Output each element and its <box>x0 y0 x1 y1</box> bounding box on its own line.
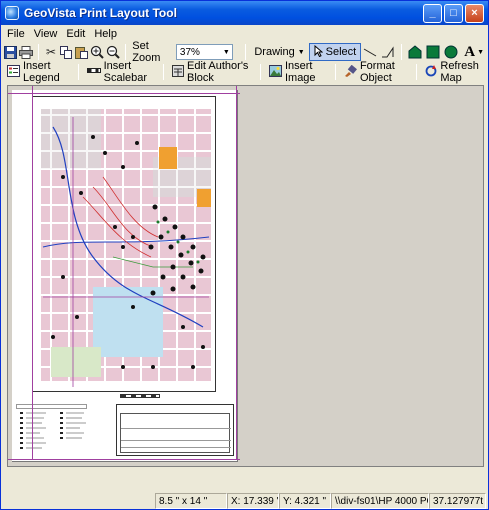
margin-guide <box>8 459 240 460</box>
select-label: Select <box>325 46 357 58</box>
drawing-menu-button[interactable]: Drawing ▼ <box>250 43 308 61</box>
chevron-down-icon: ▼ <box>222 48 230 56</box>
authors-block[interactable] <box>116 404 234 456</box>
authors-block-divider <box>121 428 231 429</box>
status-x-coord: X: 17.339 " <box>227 493 279 509</box>
copy-icon[interactable] <box>59 44 73 60</box>
polyline-tool-icon[interactable] <box>381 45 395 59</box>
authors-block-table <box>120 413 231 453</box>
menu-edit[interactable]: Edit <box>66 28 85 40</box>
zoom-value: 37% <box>179 46 200 58</box>
margin-guide <box>8 93 240 94</box>
menu-view[interactable]: View <box>34 28 58 40</box>
map-frame[interactable] <box>32 96 216 392</box>
map-image <box>33 97 215 391</box>
toolbar-separator <box>38 44 40 60</box>
authors-block-icon <box>172 64 184 80</box>
image-icon <box>268 64 282 80</box>
toolbar-separator <box>163 64 164 80</box>
menu-file[interactable]: File <box>7 28 25 40</box>
refresh-icon <box>425 64 437 80</box>
insert-legend-button[interactable]: Insert Legend <box>3 60 74 84</box>
authors-block-divider <box>121 447 231 448</box>
line-tool-icon[interactable] <box>363 45 377 59</box>
toolbar-separator <box>401 44 403 60</box>
format-brush-icon <box>344 64 357 80</box>
zoom-out-icon[interactable] <box>106 44 120 60</box>
status-bar: 8.5 " x 14 " X: 17.339 " Y: 4.321 " \\di… <box>1 493 488 509</box>
insert-image-button[interactable]: Insert Image <box>265 60 331 84</box>
font-glyph: A <box>464 43 476 60</box>
status-page-size: 8.5 " x 14 " <box>155 493 227 509</box>
ellipse-tool-icon[interactable] <box>444 45 458 59</box>
save-icon[interactable] <box>4 44 18 60</box>
margin-guide <box>236 86 237 460</box>
window-title: GeoVista Print Layout Tool <box>24 6 177 20</box>
format-object-label: Format Object <box>359 60 395 84</box>
font-tool-button[interactable]: A ▼ <box>460 43 488 61</box>
format-object-button[interactable]: Format Object <box>340 60 412 84</box>
margin-guide <box>32 86 33 460</box>
chevron-down-icon: ▼ <box>477 48 484 56</box>
menu-bar: File View Edit Help <box>1 25 488 42</box>
app-window: GeoVista Print Layout Tool _ □ × File Vi… <box>0 0 489 510</box>
toolbar-separator <box>77 64 79 80</box>
insert-image-label: Insert Image <box>284 60 316 84</box>
rectangle-tool-icon[interactable] <box>426 45 440 59</box>
toolbar-separator <box>125 44 127 60</box>
select-tool-button[interactable]: Select <box>308 43 362 61</box>
legend-icon <box>7 64 20 80</box>
toolbar-separator <box>416 64 418 80</box>
refresh-map-label: Refresh Map <box>440 60 479 84</box>
layout-canvas[interactable] <box>7 85 484 467</box>
edit-authors-block-label: Edit Author's Block <box>187 60 249 84</box>
title-bar[interactable]: GeoVista Print Layout Tool _ □ × <box>1 1 488 25</box>
zoom-dropdown[interactable]: 37% ▼ <box>175 44 234 60</box>
authors-block-divider <box>121 440 231 441</box>
insert-scalebar-button[interactable]: Insert Scalebar <box>83 60 159 84</box>
paste-icon[interactable] <box>75 44 89 60</box>
menu-help[interactable]: Help <box>94 28 117 40</box>
print-icon[interactable] <box>19 44 34 60</box>
cut-icon[interactable]: ✂ <box>44 44 57 60</box>
zoom-in-icon[interactable] <box>90 44 104 60</box>
print-page[interactable] <box>12 90 238 462</box>
map-legend[interactable] <box>16 404 96 456</box>
app-globe-icon <box>5 6 19 20</box>
polygon-tool-icon[interactable] <box>408 45 422 59</box>
close-button[interactable]: × <box>465 3 484 23</box>
status-blank <box>1 493 155 509</box>
insert-legend-label: Insert Legend <box>23 60 60 84</box>
cursor-arrow-icon <box>314 44 323 60</box>
drawing-label: Drawing <box>254 46 295 58</box>
minimize-button[interactable]: _ <box>423 3 442 23</box>
maximize-button[interactable]: □ <box>444 3 463 23</box>
layout-toolbar: Insert Legend Insert Scalebar Edit Autho… <box>3 60 488 84</box>
toolbar-separator <box>334 64 336 80</box>
status-y-coord: Y: 4.321 " <box>279 493 331 509</box>
refresh-map-button[interactable]: Refresh Map <box>421 60 488 84</box>
scalebar[interactable] <box>120 394 160 398</box>
toolbar-separator <box>245 44 247 60</box>
status-extra: 37.127977t <box>429 493 486 509</box>
chevron-down-icon: ▼ <box>297 48 305 56</box>
legend-graphic <box>16 404 87 449</box>
scalebar-icon <box>86 66 101 78</box>
edit-authors-block-button[interactable]: Edit Author's Block <box>168 60 256 84</box>
status-printer: \\div-fs01\HP 4000 PCL <box>331 493 429 509</box>
toolbar-separator <box>259 64 261 80</box>
main-toolbar: ✂ Set Zoom 37% ▼ Drawing ▼ Select A ▼ <box>3 40 488 64</box>
insert-scalebar-label: Insert Scalebar <box>103 60 148 84</box>
